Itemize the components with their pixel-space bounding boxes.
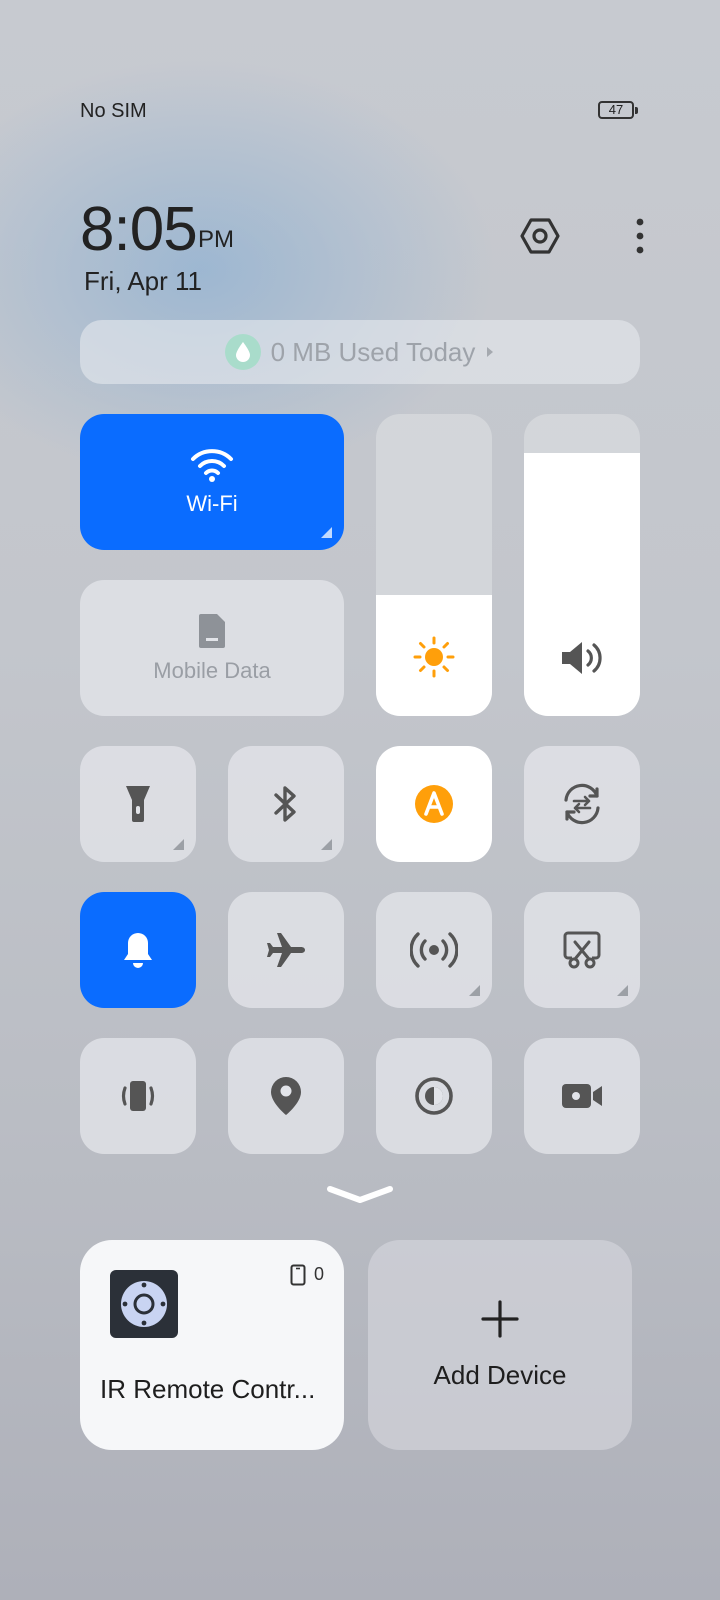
more-options-button[interactable] [620,210,660,262]
battery-icon: 47 [598,101,638,119]
expand-corner-icon [617,985,628,996]
video-camera-icon [562,1084,602,1108]
carrier-label: No SIM [80,100,147,122]
hexagon-settings-icon [520,218,560,254]
vibrate-toggle[interactable] [80,1038,196,1154]
data-usage-pill[interactable]: 0 MB Used Today [80,320,640,384]
plus-icon [481,1299,519,1338]
screen-record-toggle[interactable] [524,1038,640,1154]
expand-corner-icon [321,839,332,850]
ir-remote-icon [110,1270,178,1338]
flashlight-toggle[interactable] [80,746,196,862]
mobile-data-label: Mobile Data [153,658,271,683]
sim-card-icon [199,614,225,648]
screenshot-toggle[interactable] [524,892,640,1008]
contrast-icon [415,1077,453,1115]
scissors-icon [563,931,601,969]
sun-icon [413,636,455,678]
bluetooth-toggle[interactable] [228,746,344,862]
add-device-label: Add Device [433,1359,567,1390]
vibrate-icon [121,1081,155,1111]
brightness-slider[interactable] [376,414,492,716]
location-toggle[interactable] [228,1038,344,1154]
add-device-card[interactable]: Add Device [368,1240,632,1450]
chevron-right-icon [487,347,494,357]
airplane-icon [267,933,305,967]
expand-corner-icon [173,839,184,850]
auto-brightness-toggle[interactable] [376,746,492,862]
data-usage-label: 0 MB Used Today [270,336,476,367]
airplane-mode-toggle[interactable] [228,892,344,1008]
hotspot-icon [410,932,458,968]
clock-date: Fri, Apr 11 [84,266,203,296]
ir-remote-card[interactable]: 0 IR Remote Contr... [80,1240,344,1450]
wifi-tile[interactable]: Wi-Fi [80,414,344,550]
ir-remote-count: 0 [314,1264,325,1284]
vertical-dots-icon [636,218,644,254]
volume-slider[interactable] [524,414,640,716]
mobile-data-tile[interactable]: Mobile Data [80,580,344,716]
bluetooth-icon [274,786,296,822]
chevron-down-icon [327,1186,393,1203]
wifi-icon [191,449,233,482]
wifi-label: Wi-Fi [186,491,238,516]
auto-rotate-toggle[interactable] [524,746,640,862]
ring-toggle[interactable] [80,892,196,1008]
bell-icon [124,933,152,968]
clock-time: 8:05 [80,195,198,264]
collapse-panel-button[interactable] [320,1180,400,1210]
settings-button[interactable] [514,210,566,262]
expand-corner-icon [469,985,480,996]
rotate-icon [564,783,600,825]
clock-ampm: PM [198,226,234,253]
dark-mode-toggle[interactable] [376,1038,492,1154]
water-drop-icon [224,334,261,370]
auto-a-icon [415,785,453,823]
expand-corner-icon [321,527,332,538]
location-pin-icon [271,1077,301,1115]
speaker-icon [562,642,602,674]
hotspot-toggle[interactable] [376,892,492,1008]
phone-icon [290,1264,306,1286]
ir-remote-label: IR Remote Contr... [100,1374,316,1404]
flashlight-icon [126,786,150,822]
